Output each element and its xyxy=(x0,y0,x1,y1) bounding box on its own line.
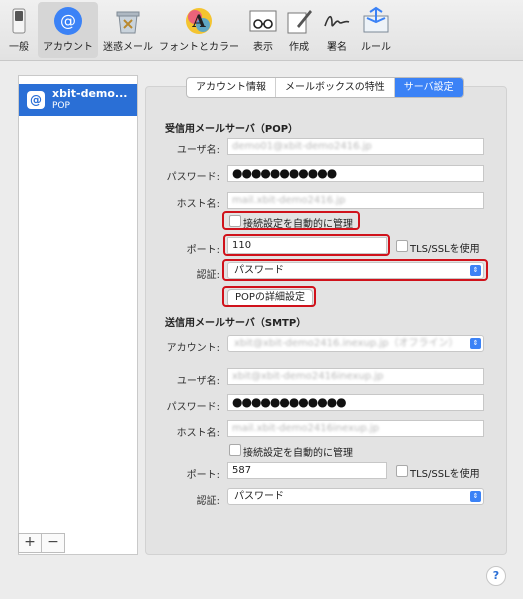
outgoing-username-label: ユーザ名: xyxy=(176,376,220,387)
tab-server-settings[interactable]: サーバ設定 xyxy=(394,78,463,97)
chevron-updown-icon: ⇕ xyxy=(470,491,481,502)
preferences-toolbar: 一般 @ アカウント 迷惑メール A フォントとカラー 表示 作成 署名 ルール xyxy=(0,0,523,61)
tab-account-info[interactable]: アカウント情報 xyxy=(187,78,276,97)
outgoing-auto-manage-checkbox[interactable] xyxy=(229,444,241,456)
settings-tabs: アカウント情報 メールボックスの特性 サーバ設定 xyxy=(186,77,464,98)
font-color-icon: A xyxy=(184,6,214,36)
remove-account-button[interactable]: − xyxy=(41,533,65,553)
incoming-server-heading: 受信用メールサーバ（POP） xyxy=(165,124,299,135)
outgoing-auto-manage-label: 接続設定を自動的に管理 xyxy=(243,448,353,459)
junk-mail-icon xyxy=(113,6,143,36)
signature-icon xyxy=(322,6,352,36)
highlight-port xyxy=(223,234,390,256)
outgoing-host-field[interactable]: mail.xbit-demo2416inexup.jp xyxy=(227,420,484,437)
account-list-controls: + − xyxy=(18,533,138,553)
account-item-xbit-demo[interactable]: @ xbit-demo... POP xyxy=(19,84,137,116)
incoming-tls-checkbox[interactable] xyxy=(396,240,408,252)
incoming-username-field[interactable]: demo01@xbit-demo2416.jp xyxy=(227,138,484,155)
incoming-tls-label: TLS/SSLを使用 xyxy=(410,244,480,255)
incoming-username-label: ユーザ名: xyxy=(176,145,220,156)
toolbar-rules[interactable]: ルール xyxy=(356,2,396,58)
incoming-auth-label: 認証: xyxy=(196,270,220,281)
toolbar-junk-mail[interactable]: 迷惑メール xyxy=(100,2,156,58)
toolbar-composing[interactable]: 作成 xyxy=(284,2,314,58)
outgoing-password-label: パスワード: xyxy=(166,402,220,413)
outgoing-tls-checkbox[interactable] xyxy=(396,465,408,477)
incoming-auto-manage-label: 接続設定を自動的に管理 xyxy=(243,219,353,230)
svg-text:@: @ xyxy=(60,11,76,30)
svg-text:A: A xyxy=(191,12,206,32)
tab-mailbox-behaviors[interactable]: メールボックスの特性 xyxy=(276,78,395,97)
at-icon: @ xyxy=(53,6,83,36)
incoming-password-field[interactable]: ●●●●●●●●●●● xyxy=(227,165,484,182)
toolbar-accounts[interactable]: @ アカウント xyxy=(38,2,98,58)
toolbar-fonts-colors[interactable]: A フォントとカラー xyxy=(158,2,240,58)
outgoing-port-field[interactable]: 587 xyxy=(227,462,387,479)
highlight-pop-advanced xyxy=(222,286,316,307)
add-account-button[interactable]: + xyxy=(18,533,42,553)
incoming-port-label: ポート: xyxy=(186,245,220,256)
toolbar-signatures[interactable]: 署名 xyxy=(320,2,354,58)
outgoing-tls-label: TLS/SSLを使用 xyxy=(410,469,480,480)
outgoing-auth-select[interactable]: パスワード ⇕ xyxy=(227,488,484,505)
outgoing-server-heading: 送信用メールサーバ（SMTP） xyxy=(165,318,307,329)
help-button[interactable]: ? xyxy=(486,566,506,586)
toolbar-viewing[interactable]: 表示 xyxy=(246,2,280,58)
incoming-password-label: パスワード: xyxy=(166,172,220,183)
switch-icon xyxy=(4,6,34,36)
highlight-auth xyxy=(222,259,488,281)
chevron-updown-icon: ⇕ xyxy=(470,338,481,349)
outgoing-account-label: アカウント: xyxy=(166,343,220,354)
outgoing-account-select[interactable]: xbit@xbit-demo2416.inexup.jp（オフライン） ⇕ xyxy=(227,335,484,352)
outgoing-auth-label: 認証: xyxy=(196,496,220,507)
outgoing-host-label: ホスト名: xyxy=(176,428,220,439)
incoming-auto-manage-checkbox[interactable] xyxy=(229,215,241,227)
compose-icon xyxy=(284,6,314,36)
rules-icon xyxy=(361,6,391,36)
account-type: POP xyxy=(52,101,70,111)
outgoing-username-field[interactable]: xbit@xbit-demo2416inexup.jp xyxy=(227,368,484,385)
toolbar-general[interactable]: 一般 xyxy=(2,2,36,58)
outgoing-port-label: ポート: xyxy=(186,470,220,481)
incoming-host-field[interactable]: mail.xbit-demo2416.jp xyxy=(227,192,484,209)
account-name: xbit-demo... xyxy=(52,87,128,100)
outgoing-password-field[interactable]: ●●●●●●●●●●●● xyxy=(227,394,484,411)
glasses-icon xyxy=(248,6,278,36)
at-icon: @ xyxy=(27,91,45,109)
incoming-host-label: ホスト名: xyxy=(176,199,220,210)
account-list: @ xbit-demo... POP xyxy=(18,75,138,555)
